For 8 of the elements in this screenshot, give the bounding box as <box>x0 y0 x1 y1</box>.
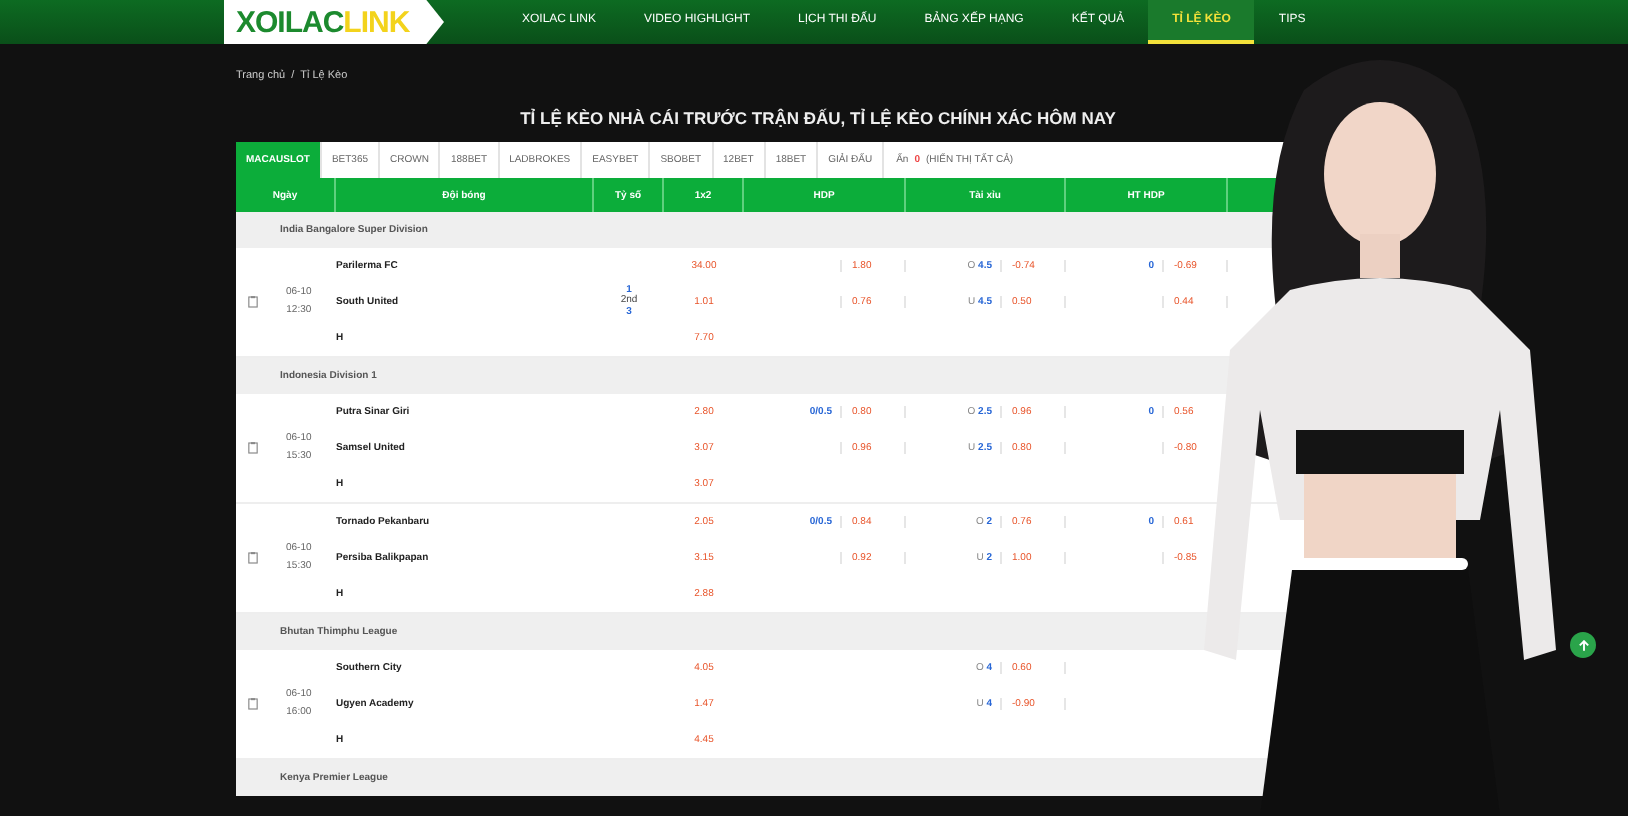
page-title: TỈ LỆ KÈO NHÀ CÁI TRƯỚC TRẬN ĐẤU, TỈ LỆ KÈO CHÍNH XÁC HÔM NAY <box>518 106 1118 132</box>
clipboard-icon[interactable] <box>248 552 258 564</box>
clipboard-icon[interactable] <box>248 296 258 308</box>
clipboard-icon[interactable] <box>248 698 258 710</box>
logo[interactable]: XOILACLINK <box>224 0 444 44</box>
scroll-top-button[interactable] <box>1570 632 1596 658</box>
clipboard-icon[interactable] <box>248 442 258 454</box>
arrow-up-icon <box>1577 639 1589 651</box>
